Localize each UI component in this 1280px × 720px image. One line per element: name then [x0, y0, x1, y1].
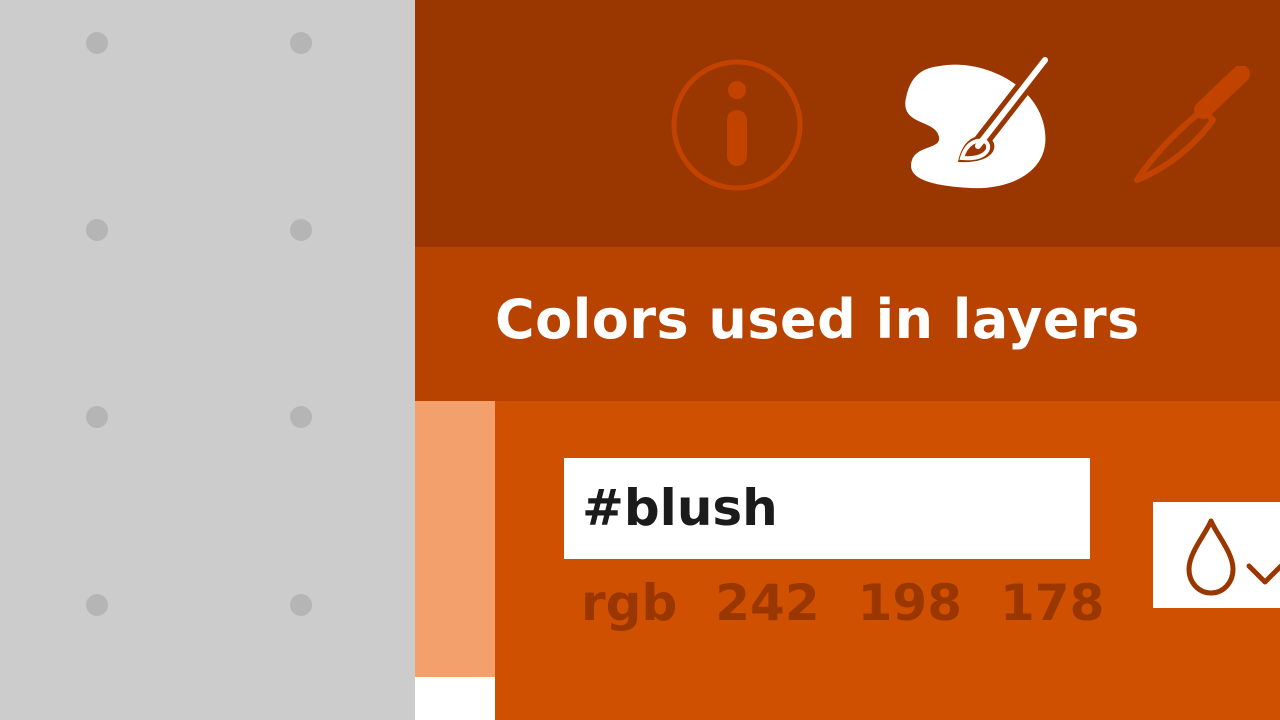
canvas-area[interactable] — [0, 0, 415, 720]
grid-dot — [86, 594, 108, 616]
grid-dot — [290, 32, 312, 54]
properties-panel: Colors used in layers #blush rgb 242 198 17… — [415, 0, 1280, 720]
tab-info[interactable] — [670, 58, 804, 192]
grid-dot — [86, 219, 108, 241]
rgb-blue-value: 178 — [1000, 574, 1105, 632]
chevron-down-icon — [1246, 563, 1280, 585]
rgb-green-value: 198 — [857, 574, 962, 632]
grid-dot — [290, 594, 312, 616]
section-header: Colors used in layers — [415, 247, 1280, 401]
rgb-values: rgb 242 198 178 — [581, 568, 1142, 638]
rgb-label: rgb — [581, 574, 678, 632]
tab-cutting[interactable] — [1133, 65, 1253, 188]
droplet-icon — [1186, 518, 1236, 596]
panel-tab-bar — [415, 0, 1280, 247]
color-picker-dropdown[interactable] — [1153, 502, 1280, 608]
palette-icon — [905, 52, 1053, 189]
color-swatch[interactable] — [415, 401, 495, 677]
info-icon — [671, 59, 803, 191]
grid-dot — [290, 406, 312, 428]
swatch-divider — [415, 677, 495, 720]
grid-dot — [290, 219, 312, 241]
color-name-input[interactable]: #blush — [564, 458, 1090, 559]
tab-appearance[interactable] — [900, 52, 1053, 194]
knife-icon — [1134, 65, 1250, 183]
rgb-red-value: 242 — [715, 574, 820, 632]
grid-dot — [86, 32, 108, 54]
grid-dot — [86, 406, 108, 428]
section-title: Colors used in layers — [495, 288, 1140, 351]
